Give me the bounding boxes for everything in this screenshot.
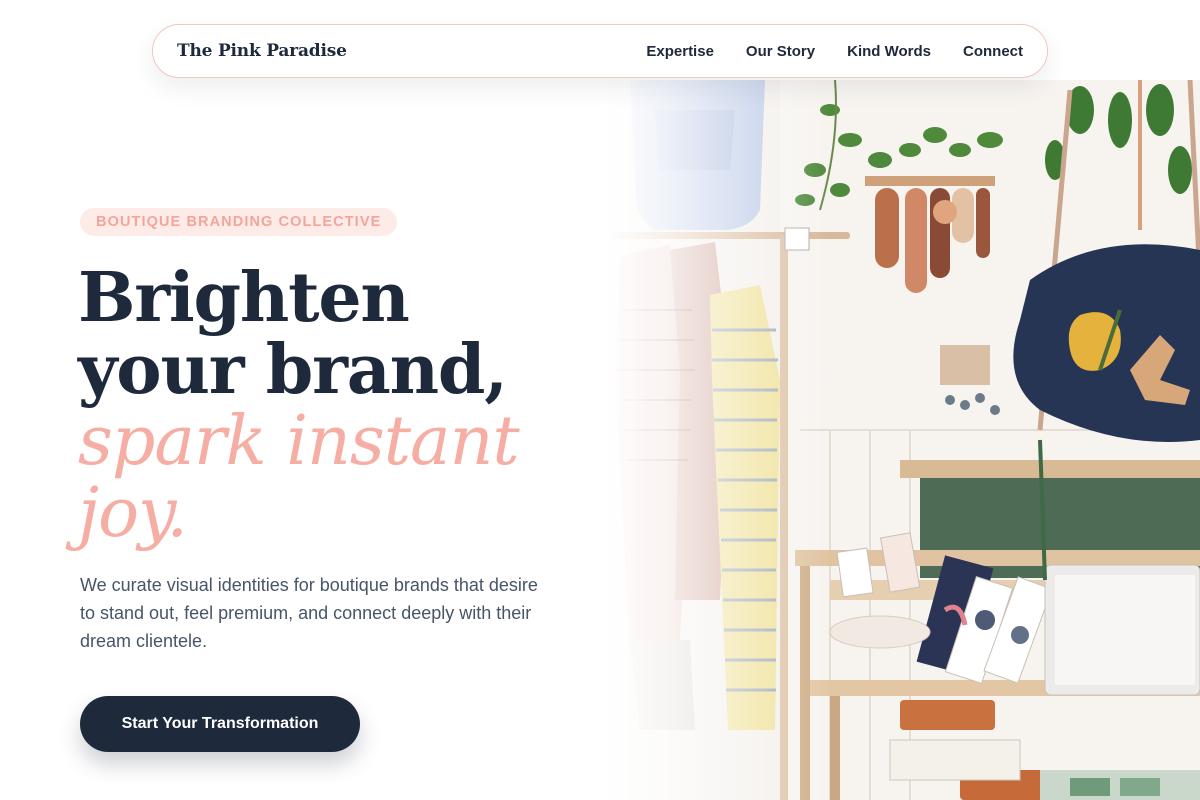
brand-logo[interactable]: The Pink Paradise bbox=[177, 41, 347, 61]
headline-line-1: Brighten bbox=[78, 258, 410, 338]
headline-accent-line-2: joy. bbox=[78, 474, 188, 553]
nav-links: Expertise Our Story Kind Words Connect bbox=[646, 43, 1023, 60]
headline-line-2: your brand, bbox=[78, 330, 508, 410]
image-fade-overlay bbox=[600, 80, 830, 800]
nav-link-connect[interactable]: Connect bbox=[963, 43, 1023, 60]
eyebrow-badge: BOUTIQUE BRANDING COLLECTIVE bbox=[80, 208, 398, 236]
top-navigation: The Pink Paradise Expertise Our Story Ki… bbox=[152, 24, 1048, 78]
headline-accent-line-1: spark instant bbox=[78, 402, 520, 481]
nav-link-expertise[interactable]: Expertise bbox=[646, 43, 714, 60]
hero-description: We curate visual identities for boutique… bbox=[80, 575, 538, 651]
nav-link-kind-words[interactable]: Kind Words bbox=[847, 43, 931, 60]
start-transformation-button[interactable]: Start Your Transformation bbox=[80, 696, 360, 752]
hero-headline: Brighten your brand, spark instant joy. bbox=[78, 262, 598, 550]
nav-link-our-story[interactable]: Our Story bbox=[746, 43, 815, 60]
